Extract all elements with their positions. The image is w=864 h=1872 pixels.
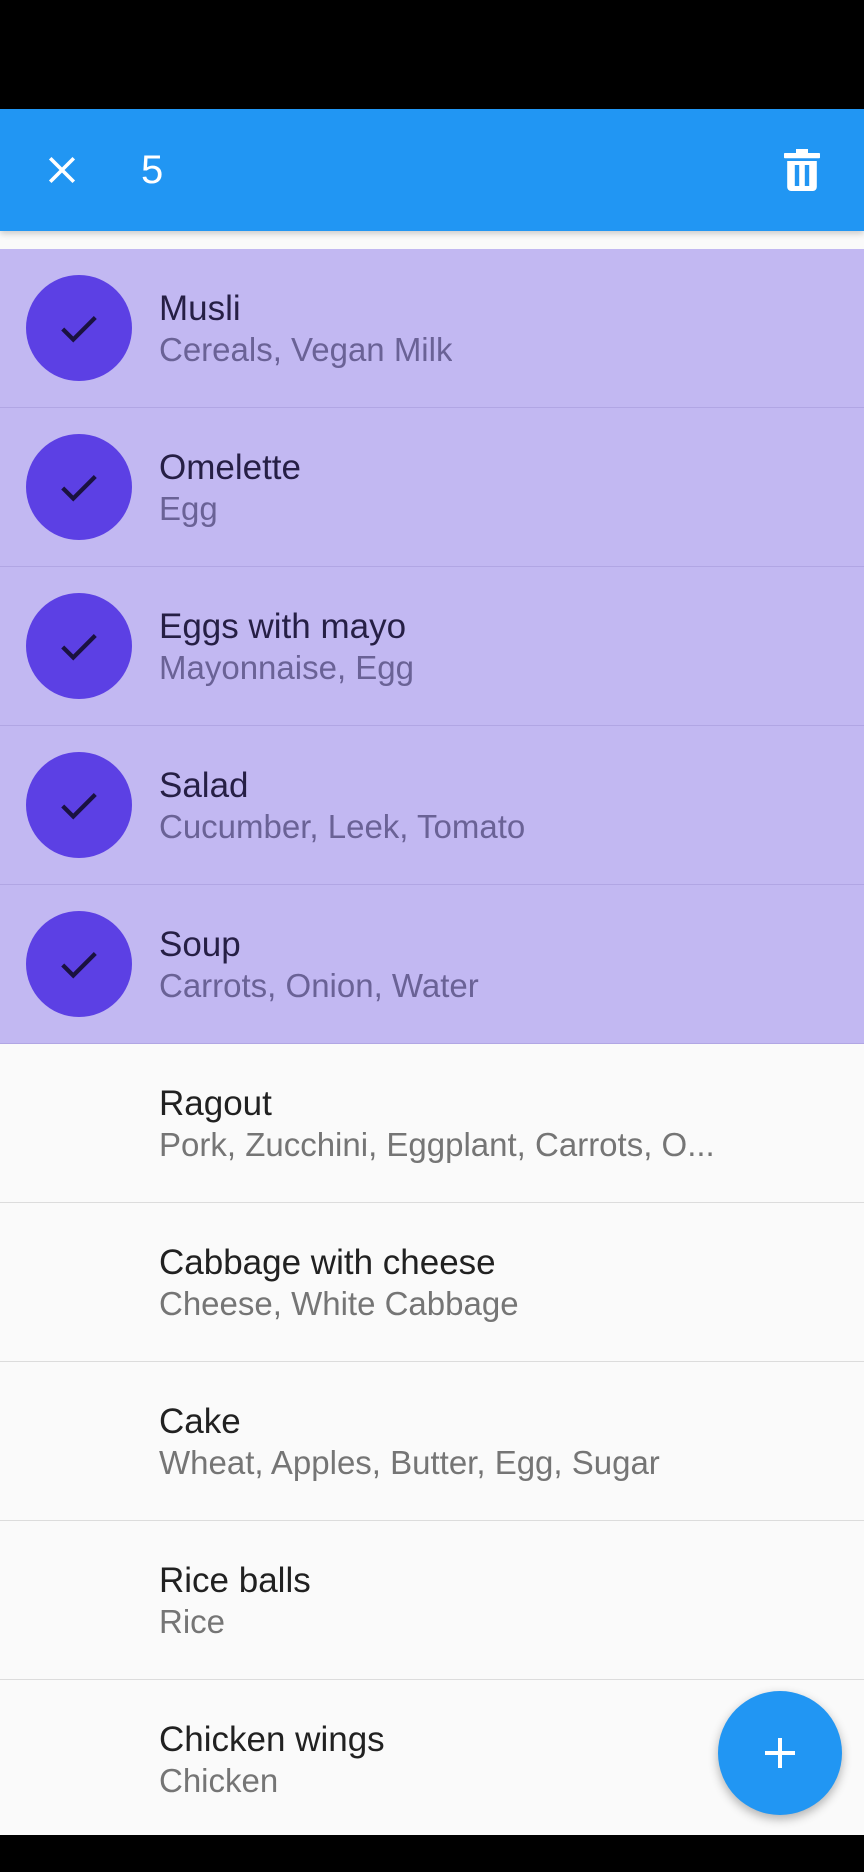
- list-item[interactable]: Musli Cereals, Vegan Milk: [0, 249, 864, 408]
- selected-check: [26, 434, 132, 540]
- list-item[interactable]: Ragout Pork, Zucchini, Eggplant, Carrots,…: [0, 1044, 864, 1203]
- item-ingredients: Cheese, White Cabbage: [159, 1285, 519, 1322]
- item-ingredients: Mayonnaise, Egg: [159, 649, 414, 686]
- item-ingredients: Cereals, Vegan Milk: [159, 331, 453, 368]
- screen: 5 Musli Cereals, Vegan Milk Omelette Egg Egg…: [0, 0, 864, 1872]
- close-selection-button[interactable]: [26, 134, 98, 206]
- navigation-bar: [0, 1835, 864, 1872]
- check-icon: [61, 792, 97, 820]
- item-ingredients: Carrots, Onion, Water: [159, 967, 479, 1004]
- selected-count: 5: [141, 148, 164, 192]
- item-title: Cabbage with cheese: [159, 1243, 496, 1282]
- check-icon: [61, 315, 97, 343]
- list-item[interactable]: Cake Wheat, Apples, Butter, Egg, Sugar: [0, 1362, 864, 1521]
- item-title: Rice balls: [159, 1561, 311, 1600]
- list-item[interactable]: Eggs with mayo Mayonnaise, Egg: [0, 567, 864, 726]
- item-ingredients: Pork, Zucchini, Eggplant, Carrots, O...: [159, 1126, 715, 1163]
- selection-app-bar: 5: [0, 109, 864, 231]
- item-title: Eggs with mayo: [159, 607, 407, 646]
- item-title: Omelette: [159, 448, 301, 487]
- item-ingredients: Wheat, Apples, Butter, Egg, Sugar: [159, 1444, 660, 1481]
- list-item[interactable]: Rice balls Rice: [0, 1521, 864, 1680]
- item-ingredients: Egg: [159, 490, 218, 527]
- item-title: Ragout: [159, 1084, 272, 1123]
- trash-icon: [784, 149, 820, 191]
- item-title: Musli: [159, 289, 241, 328]
- item-title: Soup: [159, 925, 241, 964]
- list-item[interactable]: Cabbage with cheese Cheese, White Cabbage: [0, 1203, 864, 1362]
- check-icon: [61, 474, 97, 502]
- status-bar: [0, 0, 864, 109]
- check-icon: [61, 951, 97, 979]
- selected-check: [26, 593, 132, 699]
- list-item[interactable]: Omelette Egg: [0, 408, 864, 567]
- delete-button[interactable]: [766, 134, 838, 206]
- plus-icon: [765, 1738, 795, 1768]
- item-title: Salad: [159, 766, 249, 805]
- item-title: Cake: [159, 1402, 241, 1441]
- selected-check: [26, 911, 132, 1017]
- item-title: Chicken wings: [159, 1720, 385, 1759]
- check-icon: [61, 633, 97, 661]
- item-ingredients: Cucumber, Leek, Tomato: [159, 808, 526, 845]
- recipe-list: Musli Cereals, Vegan Milk Omelette Egg Eggs …: [0, 249, 864, 1839]
- list-item[interactable]: Soup Carrots, Onion, Water: [0, 885, 864, 1044]
- item-ingredients: Rice: [159, 1603, 226, 1640]
- selected-check: [26, 275, 132, 381]
- list-item[interactable]: Salad Cucumber, Leek, Tomato: [0, 726, 864, 885]
- selected-check: [26, 752, 132, 858]
- item-ingredients: Chicken: [159, 1762, 279, 1799]
- close-icon: [48, 156, 76, 184]
- add-recipe-button[interactable]: [718, 1691, 842, 1815]
